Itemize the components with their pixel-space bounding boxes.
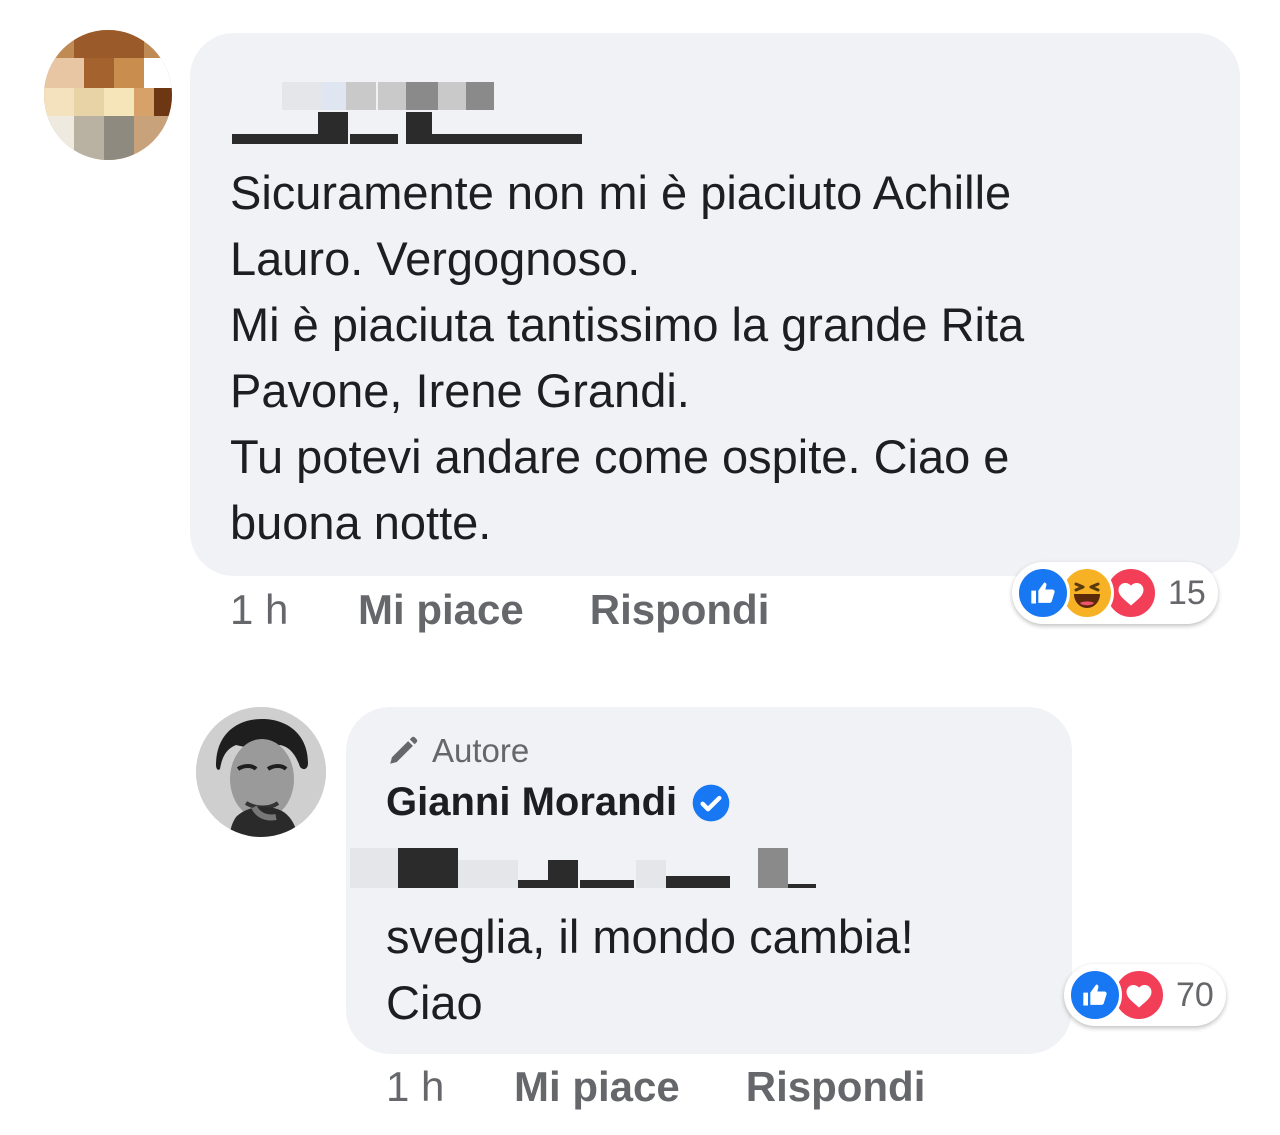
comment-line: Pavone, Irene Grandi. [230, 364, 690, 417]
pen-icon [390, 736, 418, 764]
like-button[interactable]: Mi piace [514, 1063, 680, 1111]
comment-line: Ciao [386, 976, 483, 1029]
author-name-row: Gianni Morandi [386, 780, 731, 825]
author-badge: Autore [386, 732, 529, 770]
reaction-count: 70 [1176, 975, 1214, 1014]
reply-button[interactable]: Rispondi [746, 1063, 926, 1111]
author-name[interactable]: Gianni Morandi [386, 780, 677, 825]
like-icon [1016, 566, 1070, 620]
comment-line: Mi è piaciuta tantissimo la grande Rita [230, 298, 1025, 351]
comment-line: Lauro. Vergognoso. [230, 232, 641, 285]
comment-text: Sicuramente non mi è piaciuto Achille La… [230, 160, 1230, 556]
commenter-avatar[interactable] [44, 30, 172, 160]
like-icon [1068, 968, 1122, 1022]
like-button[interactable]: Mi piace [358, 586, 524, 634]
comment-line: buona notte. [230, 496, 492, 549]
author-avatar[interactable] [196, 707, 326, 837]
reaction-count: 15 [1168, 573, 1206, 612]
comment-line: sveglia, il mondo cambia! [386, 910, 914, 963]
comment-actions: 1 h Mi piace Rispondi [230, 586, 769, 634]
reply-text: sveglia, il mondo cambia! Ciao [386, 904, 1046, 1036]
reply-button[interactable]: Rispondi [590, 586, 770, 634]
reply-actions: 1 h Mi piace Rispondi [386, 1063, 925, 1111]
reactions-summary[interactable]: 15 [1012, 562, 1218, 624]
comment-timestamp[interactable]: 1 h [386, 1063, 514, 1111]
verified-badge-icon [692, 784, 730, 821]
author-badge-label: Autore [432, 732, 530, 769]
comment-line: Tu potevi andare come ospite. Ciao e [230, 430, 1010, 483]
comment-line: Sicuramente non mi è piaciuto Achille [230, 166, 1012, 219]
comment-timestamp[interactable]: 1 h [230, 586, 358, 634]
reactions-summary[interactable]: 70 [1064, 964, 1226, 1026]
